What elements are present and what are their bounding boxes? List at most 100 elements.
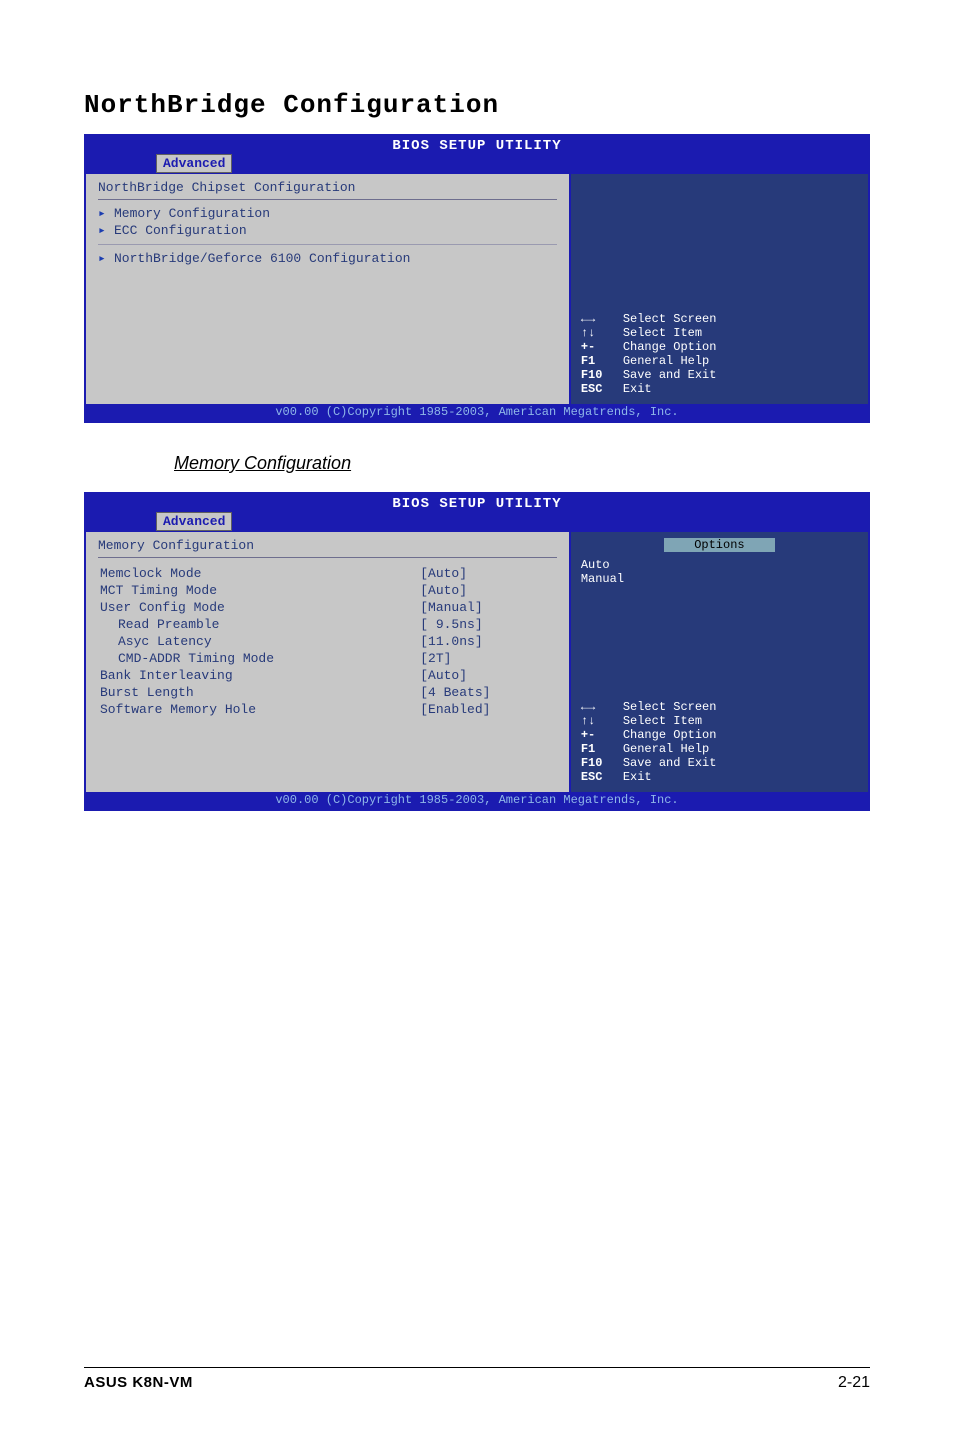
panel-heading: NorthBridge Chipset Configuration <box>98 180 557 195</box>
config-value: [Auto] <box>400 583 555 598</box>
config-label: Burst Length <box>100 685 398 700</box>
config-value: [11.0ns] <box>400 634 555 649</box>
key-symbol: +- <box>581 728 623 742</box>
key-description: Save and Exit <box>623 368 717 382</box>
key-symbol: +- <box>581 340 623 354</box>
config-row[interactable]: Burst Length[4 Beats] <box>100 685 555 700</box>
bios-screenshot-northbridge: BIOS SETUP UTILITY Advanced NorthBridge … <box>84 134 870 423</box>
key-help-row: +-Change Option <box>581 340 858 354</box>
memory-config-table: Memclock Mode[Auto]MCT Timing Mode[Auto]… <box>98 564 557 719</box>
key-help-row: ←→Select Screen <box>581 700 858 714</box>
bios-key-help: ←→Select Screen↑↓Select Item+-Change Opt… <box>581 312 858 396</box>
bios-left-panel: Memory Configuration Memclock Mode[Auto]… <box>86 532 571 792</box>
key-help-row: F1General Help <box>581 742 858 756</box>
key-symbol: ↑↓ <box>581 714 623 728</box>
key-symbol: ←→ <box>581 312 623 326</box>
key-symbol: F1 <box>581 354 623 368</box>
bios-body: NorthBridge Chipset Configuration ▸Memor… <box>86 174 868 404</box>
key-description: Exit <box>623 382 652 396</box>
bios-tab-row: Advanced <box>86 512 868 532</box>
config-label: MCT Timing Mode <box>100 583 398 598</box>
key-description: Select Item <box>623 714 702 728</box>
footer-page-number: 2-21 <box>838 1374 870 1392</box>
config-row[interactable]: Software Memory Hole[Enabled] <box>100 702 555 717</box>
key-description: Change Option <box>623 728 717 742</box>
config-value: [Enabled] <box>400 702 555 717</box>
options-values: AutoManual <box>581 558 858 586</box>
config-row[interactable]: CMD-ADDR Timing Mode[2T] <box>100 651 555 666</box>
panel-heading: Memory Configuration <box>98 538 557 553</box>
page: NorthBridge Configuration BIOS SETUP UTI… <box>0 0 954 1438</box>
config-value: [2T] <box>400 651 555 666</box>
key-symbol: ←→ <box>581 700 623 714</box>
menu-item[interactable]: ▸ECC Configuration <box>98 223 557 238</box>
key-help-row: ↑↓Select Item <box>581 326 858 340</box>
options-heading: Options <box>664 538 774 552</box>
bios-tab-row: Advanced <box>86 154 868 174</box>
key-help-row: ESCExit <box>581 770 858 784</box>
config-row[interactable]: Bank Interleaving[Auto] <box>100 668 555 683</box>
submenu-arrow-icon: ▸ <box>98 206 114 221</box>
menu-item[interactable]: ▸NorthBridge/Geforce 6100 Configuration <box>98 251 557 266</box>
footer-product: ASUS K8N-VM <box>84 1374 193 1392</box>
config-row[interactable]: User Config Mode[Manual] <box>100 600 555 615</box>
bios-right-panel: ←→Select Screen↑↓Select Item+-Change Opt… <box>571 174 868 404</box>
key-symbol: F10 <box>581 756 623 770</box>
bios-copyright: v00.00 (C)Copyright 1985-2003, American … <box>86 404 868 421</box>
key-help-row: ↑↓Select Item <box>581 714 858 728</box>
key-description: Select Item <box>623 326 702 340</box>
option-value[interactable]: Manual <box>581 572 858 586</box>
config-value: [4 Beats] <box>400 685 555 700</box>
menu-label: NorthBridge/Geforce 6100 Configuration <box>114 251 410 266</box>
divider <box>98 244 557 245</box>
submenu-arrow-icon: ▸ <box>98 251 114 266</box>
config-row[interactable]: Memclock Mode[Auto] <box>100 566 555 581</box>
config-label: User Config Mode <box>100 600 398 615</box>
config-value: [Auto] <box>400 668 555 683</box>
key-description: Save and Exit <box>623 756 717 770</box>
config-row[interactable]: Read Preamble[ 9.5ns] <box>100 617 555 632</box>
config-label: Asyc Latency <box>100 634 398 649</box>
option-value[interactable]: Auto <box>581 558 858 572</box>
config-label: Memclock Mode <box>100 566 398 581</box>
divider <box>98 557 557 558</box>
menu-label: Memory Configuration <box>114 206 270 221</box>
key-symbol: ESC <box>581 770 623 784</box>
bios-right-panel: Options AutoManual ←→Select Screen↑↓Sele… <box>571 532 868 792</box>
config-value: [ 9.5ns] <box>400 617 555 632</box>
key-symbol: F10 <box>581 368 623 382</box>
key-help-row: ←→Select Screen <box>581 312 858 326</box>
key-description: Change Option <box>623 340 717 354</box>
key-description: Exit <box>623 770 652 784</box>
key-help-row: F10Save and Exit <box>581 368 858 382</box>
config-label: Software Memory Hole <box>100 702 398 717</box>
key-symbol: F1 <box>581 742 623 756</box>
config-value: [Auto] <box>400 566 555 581</box>
config-row[interactable]: Asyc Latency[11.0ns] <box>100 634 555 649</box>
tab-advanced[interactable]: Advanced <box>156 512 232 531</box>
key-help-row: F1General Help <box>581 354 858 368</box>
menu-item[interactable]: ▸Memory Configuration <box>98 206 557 221</box>
section-title: NorthBridge Configuration <box>84 90 870 120</box>
config-label: CMD-ADDR Timing Mode <box>100 651 398 666</box>
config-label: Read Preamble <box>100 617 398 632</box>
tab-advanced[interactable]: Advanced <box>156 154 232 173</box>
bios-title: BIOS SETUP UTILITY <box>86 494 868 512</box>
subsection-title: Memory Configuration <box>174 453 870 474</box>
config-label: Bank Interleaving <box>100 668 398 683</box>
divider <box>98 199 557 200</box>
options-heading-row: Options <box>581 538 858 552</box>
config-row[interactable]: MCT Timing Mode[Auto] <box>100 583 555 598</box>
bios-copyright: v00.00 (C)Copyright 1985-2003, American … <box>86 792 868 809</box>
submenu-arrow-icon: ▸ <box>98 223 114 238</box>
key-help-row: F10Save and Exit <box>581 756 858 770</box>
key-help-row: +-Change Option <box>581 728 858 742</box>
menu-label: ECC Configuration <box>114 223 247 238</box>
bios-body: Memory Configuration Memclock Mode[Auto]… <box>86 532 868 792</box>
bios-key-help: ←→Select Screen↑↓Select Item+-Change Opt… <box>581 700 858 784</box>
config-value: [Manual] <box>400 600 555 615</box>
key-description: Select Screen <box>623 700 717 714</box>
key-symbol: ESC <box>581 382 623 396</box>
bios-title: BIOS SETUP UTILITY <box>86 136 868 154</box>
key-description: General Help <box>623 742 709 756</box>
